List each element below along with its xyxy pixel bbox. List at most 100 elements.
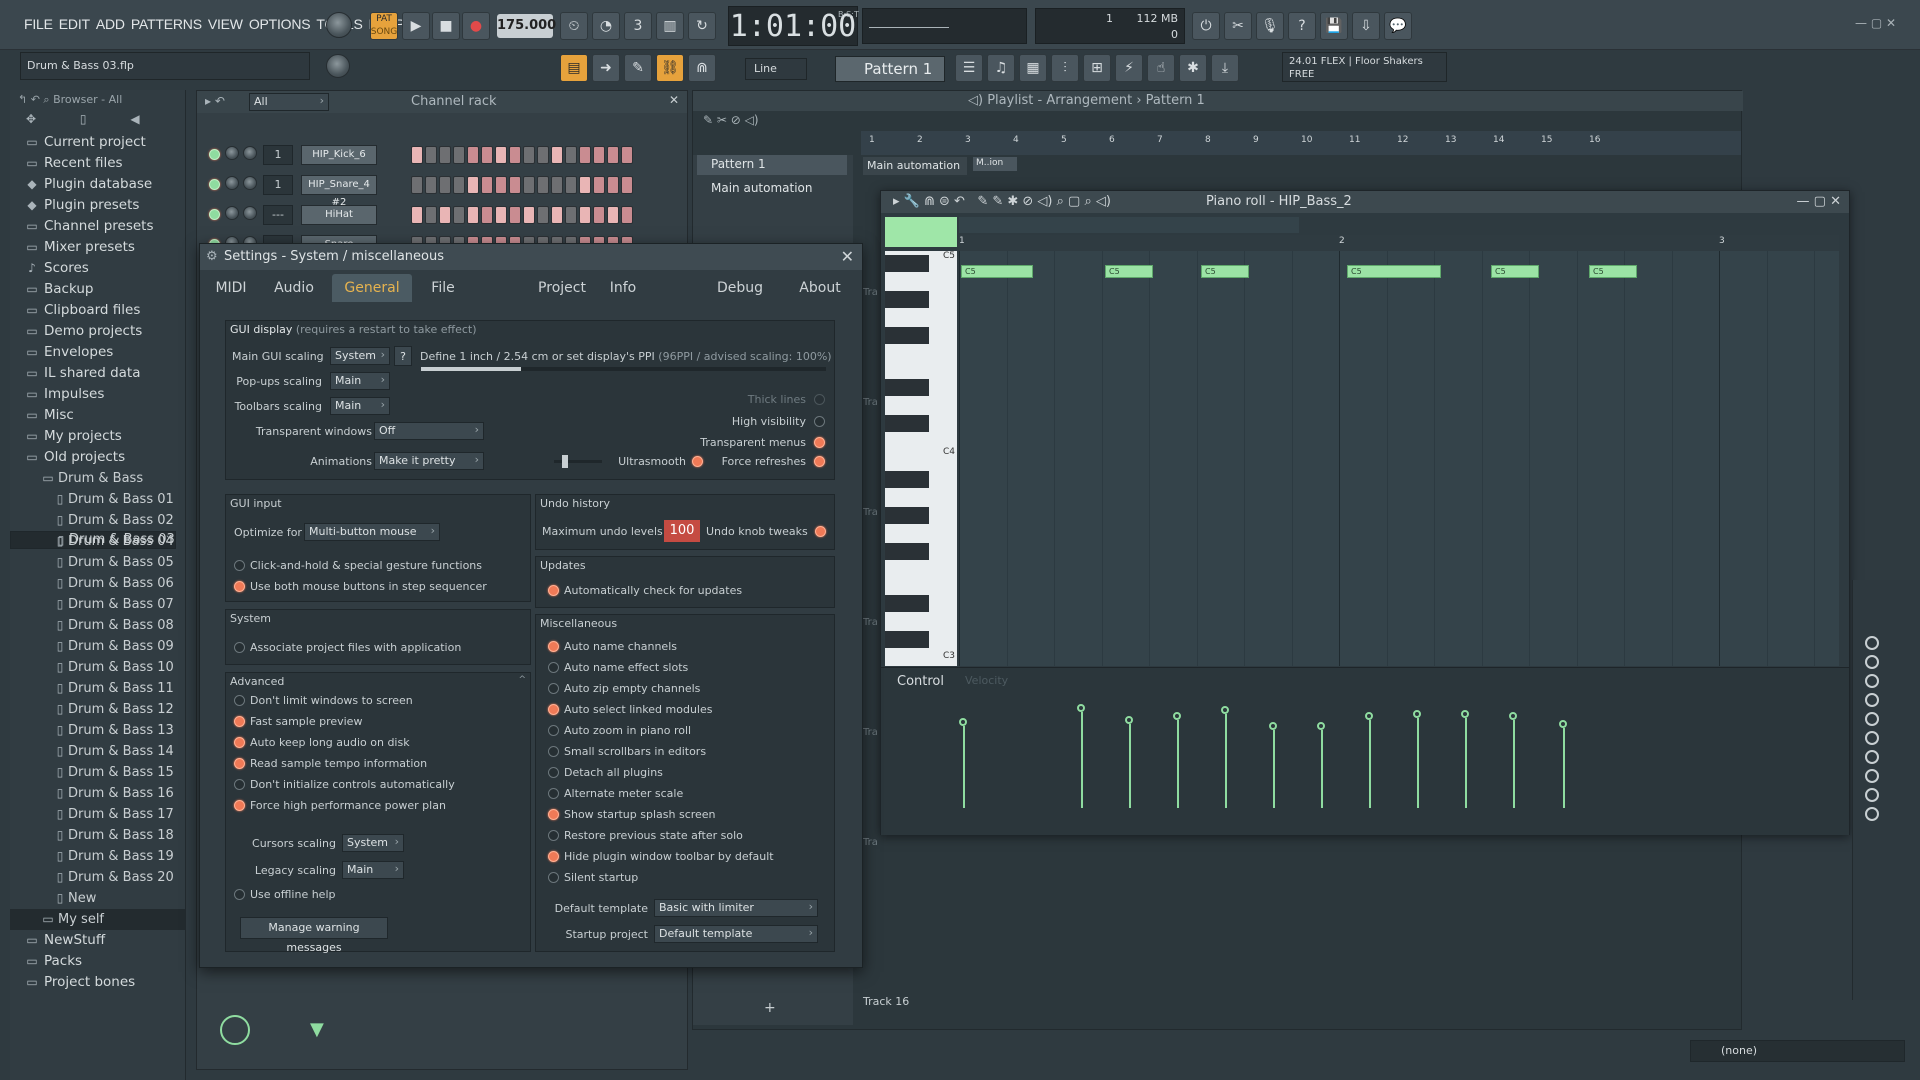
step-button[interactable] xyxy=(523,176,535,194)
browser-item[interactable]: ▭ Backup xyxy=(10,279,185,300)
channel-mixer-track[interactable]: --- xyxy=(263,205,293,225)
tab-project[interactable]: Project xyxy=(532,274,592,302)
piano-roll-window-controls[interactable]: — ▢ ✕ xyxy=(1797,194,1841,209)
step-button[interactable] xyxy=(411,176,423,194)
popups-scaling-select[interactable]: Main xyxy=(330,372,390,390)
channel-name-button[interactable]: HiHat xyxy=(301,205,377,225)
channel-mute-led[interactable] xyxy=(209,149,220,160)
plugin-manager-button[interactable]: ✱ xyxy=(1179,54,1207,82)
velocity-bar[interactable] xyxy=(1081,712,1083,808)
step-button[interactable] xyxy=(537,176,549,194)
channel-volume-knob[interactable] xyxy=(243,176,257,190)
ppi-slider[interactable] xyxy=(421,367,826,371)
smoothing-slider[interactable] xyxy=(554,455,602,468)
speaker-icon[interactable]: ◀ xyxy=(130,112,139,126)
playlist-window-button[interactable]: ☰ xyxy=(955,54,983,82)
toolbars-scaling-select[interactable]: Main xyxy=(330,397,390,415)
step-button[interactable] xyxy=(579,146,591,164)
step-button[interactable] xyxy=(439,176,451,194)
browser-item[interactable]: ▭ NewStuff xyxy=(10,930,185,951)
mixer-send-led[interactable] xyxy=(1865,712,1879,726)
main-pitch-knob[interactable] xyxy=(326,54,350,78)
black-key[interactable] xyxy=(885,255,929,272)
velocity-bar[interactable] xyxy=(1177,720,1179,808)
step-button[interactable] xyxy=(523,206,535,224)
legacy-scaling-select[interactable]: Main xyxy=(342,861,404,879)
browser-item[interactable]: ▭ Project bones xyxy=(10,972,185,993)
step-button[interactable] xyxy=(593,206,605,224)
channel-filter-select[interactable]: All xyxy=(249,93,329,111)
step-button[interactable] xyxy=(467,206,479,224)
browser-item[interactable]: ▭ Misc xyxy=(10,405,185,426)
mixer-send-led[interactable] xyxy=(1865,655,1879,669)
step-button[interactable] xyxy=(509,146,521,164)
cursors-scaling-select[interactable]: System xyxy=(342,834,404,852)
channel-pan-knob[interactable] xyxy=(225,176,239,190)
tab-general[interactable]: General xyxy=(332,274,412,302)
step-button[interactable] xyxy=(467,146,479,164)
piano-note[interactable]: C5 xyxy=(1589,265,1637,278)
stop-button[interactable]: ■ xyxy=(432,12,460,40)
loop-record-button[interactable]: ↻ xyxy=(688,12,716,40)
mixer-send-led[interactable] xyxy=(1865,674,1879,688)
channel-mixer-track[interactable]: 1 xyxy=(263,145,293,165)
velocity-bar[interactable] xyxy=(1321,730,1323,808)
step-button[interactable] xyxy=(467,176,479,194)
browser-window-button[interactable]: ⊞ xyxy=(1083,54,1111,82)
render-button[interactable]: ⇩ xyxy=(1352,12,1380,40)
step-button[interactable] xyxy=(593,146,605,164)
pattern-select[interactable]: Pattern 1 xyxy=(835,56,945,82)
browser-item[interactable]: ▭ Demo projects xyxy=(10,321,185,342)
automation-clip[interactable]: M..ion xyxy=(973,157,1017,171)
browser-item[interactable]: ▭ Envelopes xyxy=(10,342,185,363)
thick-lines-radio[interactable] xyxy=(814,394,825,405)
channel-rack-window-button[interactable]: ▦ xyxy=(1019,54,1047,82)
browser-item[interactable]: ◆ Plugin presets xyxy=(10,195,185,216)
channel-mixer-track[interactable]: 1 xyxy=(263,175,293,195)
velocity-bar[interactable] xyxy=(1513,720,1515,808)
piano-note[interactable]: C5 xyxy=(1201,265,1249,278)
velocity-handle[interactable] xyxy=(1559,720,1567,728)
piano-roll-window-button[interactable]: ♫ xyxy=(987,54,1015,82)
ultrasmooth-radio[interactable] xyxy=(692,456,703,467)
close-icon[interactable]: ✕ xyxy=(841,247,854,266)
wait-input-button[interactable]: ◔ xyxy=(592,12,620,40)
snap-toggle-button[interactable]: ⋒ xyxy=(688,54,716,82)
mixer-send-led[interactable] xyxy=(1865,636,1879,650)
browser-item[interactable]: ▭ My self xyxy=(10,909,185,930)
force-refreshes-radio[interactable] xyxy=(814,456,825,467)
record-audio-button[interactable]: 🎙 xyxy=(1256,12,1284,40)
browser-item[interactable]: ▭ Impulses xyxy=(10,384,185,405)
swing-knob[interactable] xyxy=(220,1015,250,1045)
channel-name-button[interactable]: HIP_Kick_6 xyxy=(301,145,377,165)
main-volume-knob[interactable] xyxy=(326,12,352,38)
help-button[interactable]: ? xyxy=(1288,12,1316,40)
animations-select[interactable]: Make it pretty xyxy=(374,452,484,470)
browser-back-icon[interactable]: ↰ ↶ ⌕ xyxy=(18,93,53,106)
browser-item[interactable]: ▭ Clipboard files xyxy=(10,300,185,321)
scaling-help-button[interactable]: ? xyxy=(394,346,412,366)
velocity-bar[interactable] xyxy=(963,726,965,808)
velocity-bar[interactable] xyxy=(1225,714,1227,808)
tab-file[interactable]: File xyxy=(418,274,468,302)
browser-item[interactable]: ▭ IL shared data xyxy=(10,363,185,384)
browser-file[interactable]: ▯ Drum & Bass 10 xyxy=(10,657,185,678)
browser-file[interactable]: ▯ Drum & Bass 04 xyxy=(10,531,185,552)
manage-warnings-button[interactable]: Manage warning messages xyxy=(240,917,388,954)
browser-file[interactable]: ▯ Drum & Bass 11 xyxy=(10,678,185,699)
play-button[interactable]: ▶ xyxy=(402,12,430,40)
step-button[interactable] xyxy=(481,146,493,164)
velocity-handle[interactable] xyxy=(1077,704,1085,712)
browser-file[interactable]: ▯ Drum & Bass 14 xyxy=(10,741,185,762)
transparent-windows-select[interactable]: Off xyxy=(374,422,484,440)
browser-file[interactable]: ▯ Drum & Bass 07 xyxy=(10,594,185,615)
browser-item[interactable]: ▭ Recent files xyxy=(10,153,185,174)
browser-file[interactable]: ▯ Drum & Bass 19 xyxy=(10,846,185,867)
browser-file[interactable]: ▯ Drum & Bass 06 xyxy=(10,573,185,594)
close-icon[interactable]: ✕ xyxy=(669,93,679,107)
playlist-ruler[interactable]: 1 2 3 4 5 6 7 8 9 10 11 12 13 14 15 16 xyxy=(861,131,1741,155)
black-key[interactable] xyxy=(885,379,929,396)
channel-volume-knob[interactable] xyxy=(243,146,257,160)
step-button[interactable] xyxy=(411,146,423,164)
step-button[interactable] xyxy=(565,206,577,224)
